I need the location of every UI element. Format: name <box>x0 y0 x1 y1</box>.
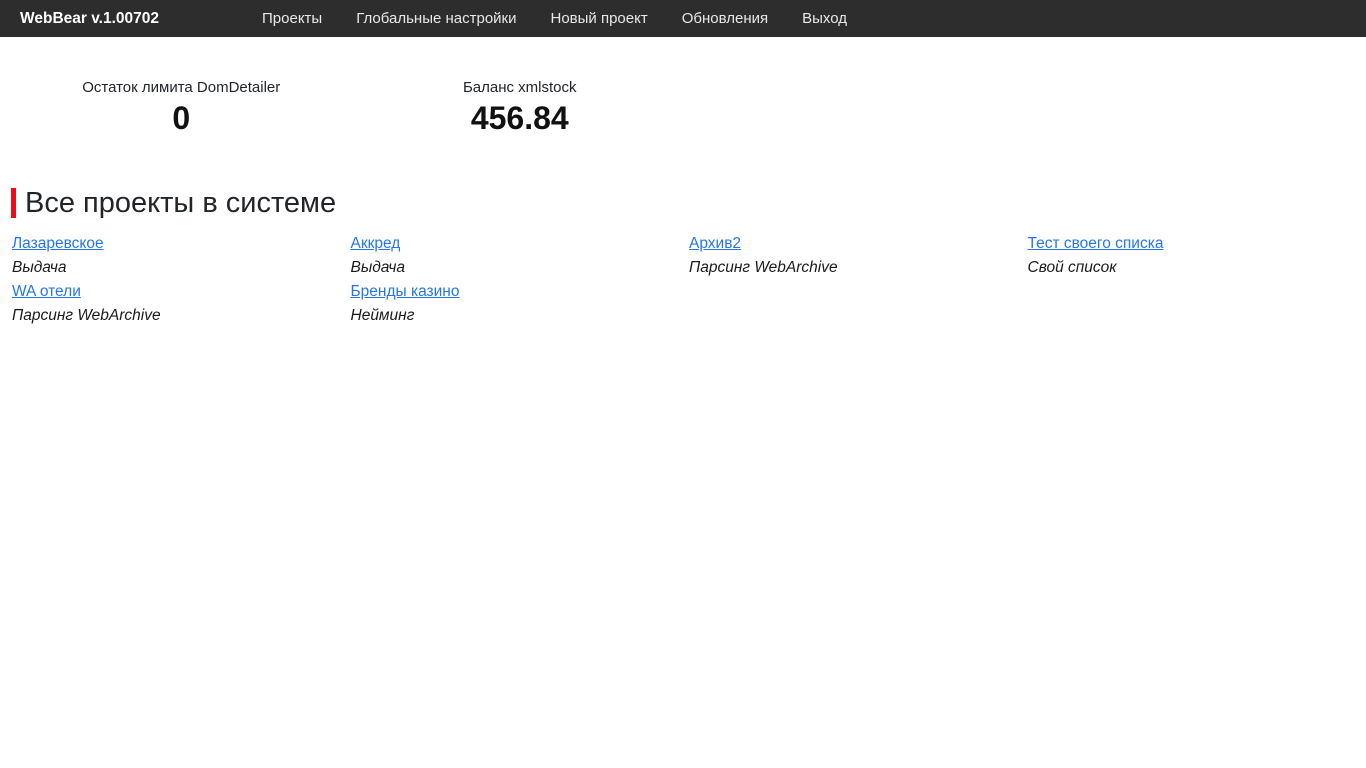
main-menu: Проекты Глобальные настройки Новый проек… <box>245 0 864 37</box>
project-item: Лазаревское Выдача <box>12 232 351 280</box>
project-type-label: Выдача <box>351 256 690 280</box>
project-item: Аккред Выдача <box>351 232 690 280</box>
stat-domdetailer-value: 0 <box>12 101 351 135</box>
stat-domdetailer-label: Остаток лимита DomDetailer <box>12 78 351 98</box>
menu-item-new-project[interactable]: Новый проект <box>534 0 665 37</box>
project-item: Тест своего списка Свой список <box>1028 232 1366 280</box>
top-navbar: WebBear v.1.00702 Проекты Глобальные нас… <box>0 0 1366 37</box>
stat-xmlstock-label: Баланс xmlstock <box>351 78 690 98</box>
stat-xmlstock: Баланс xmlstock 456.84 <box>351 78 690 135</box>
balance-stats-row: Остаток лимита DomDetailer 0 Баланс xmls… <box>0 78 1366 135</box>
projects-grid: Лазаревское Выдача Аккред Выдача Архив2 … <box>0 232 1366 328</box>
project-item: Бренды казино Нейминг <box>351 280 690 328</box>
projects-section-heading: Все проекты в системе <box>11 188 1366 218</box>
project-link-wa-oteli[interactable]: WA отели <box>12 280 81 304</box>
menu-item-projects[interactable]: Проекты <box>245 0 339 37</box>
page-title: Все проекты в системе <box>16 188 336 218</box>
project-link-test-svoego-spiska[interactable]: Тест своего списка <box>1028 232 1164 256</box>
project-link-brendy-kazino[interactable]: Бренды казино <box>351 280 460 304</box>
stat-domdetailer: Остаток лимита DomDetailer 0 <box>12 78 351 135</box>
project-type-label: Свой список <box>1028 256 1366 280</box>
project-type-label: Выдача <box>12 256 351 280</box>
project-item: WA отели Парсинг WebArchive <box>12 280 351 328</box>
project-item: Архив2 Парсинг WebArchive <box>689 232 1028 280</box>
menu-item-global-settings[interactable]: Глобальные настройки <box>339 0 533 37</box>
stat-xmlstock-value: 456.84 <box>351 101 690 135</box>
project-link-lazarevskoe[interactable]: Лазаревское <box>12 232 104 256</box>
app-title: WebBear v.1.00702 <box>0 10 159 28</box>
menu-item-updates[interactable]: Обновления <box>665 0 785 37</box>
project-type-label: Нейминг <box>351 304 690 328</box>
project-link-akkred[interactable]: Аккред <box>351 232 401 256</box>
project-type-label: Парсинг WebArchive <box>12 304 351 328</box>
project-link-arhiv2[interactable]: Архив2 <box>689 232 741 256</box>
project-type-label: Парсинг WebArchive <box>689 256 1028 280</box>
menu-item-logout[interactable]: Выход <box>785 0 864 37</box>
